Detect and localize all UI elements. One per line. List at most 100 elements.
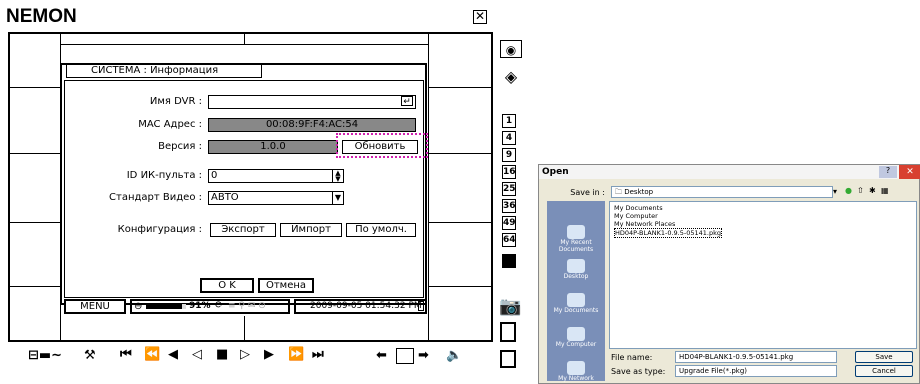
layout-button-16[interactable]: 16 <box>502 165 516 179</box>
camera-icon[interactable]: 📷 <box>499 296 521 317</box>
grid-line <box>244 34 245 44</box>
playback-control-icon[interactable]: ⏭ <box>312 347 324 362</box>
layout-button-1[interactable]: 1 <box>502 114 516 128</box>
hdd-bar-fill <box>146 304 183 309</box>
import-button[interactable]: Импорт <box>280 223 342 237</box>
file-name-input[interactable]: HD04P-BLANK1-0.9.5-05141.pkg <box>675 351 837 363</box>
playback-control-icon[interactable]: ⏩ <box>288 347 304 362</box>
playback-controls: ⏮ ⏪ ◀ ◁ ■ ▷ ▶ ⏩ ⏭ <box>120 347 340 367</box>
places-item-label: My Network <box>558 375 594 382</box>
prev-arrow-icon[interactable]: ⬅ <box>376 348 387 363</box>
hdd-percent: 91% <box>189 301 211 311</box>
playback-control-icon[interactable]: ▷ <box>240 347 250 362</box>
grid-line <box>428 222 493 223</box>
dvr-name-label: Имя DVR : <box>149 96 202 107</box>
quad-icon[interactable] <box>502 254 516 268</box>
next-arrow-icon[interactable]: ➡ <box>418 348 429 363</box>
playback-control-icon[interactable]: ⏪ <box>144 347 160 362</box>
layout-button-25[interactable]: 25 <box>502 182 516 196</box>
places-item[interactable]: My Computer <box>547 327 605 348</box>
ir-id-label: ID ИК-пульта : <box>126 170 202 181</box>
hdd-icon: ⊖ <box>134 301 143 312</box>
grid-icon[interactable] <box>396 348 414 364</box>
type-select[interactable]: Upgrade File(*.pkg) <box>675 365 837 377</box>
mac-value: 00:08:9F:F4:AC:54 <box>208 118 416 132</box>
cancel-button[interactable]: Cancel <box>855 365 913 377</box>
status-icons: ≡ ⚲ ✉ ⊙ <box>228 301 266 311</box>
eye-icon[interactable]: ◉ <box>500 40 522 58</box>
save-button[interactable]: Save <box>855 351 913 363</box>
ptz-icon[interactable]: ◈ <box>500 64 522 90</box>
grid-line <box>10 87 60 88</box>
dvr-name-input[interactable] <box>208 95 416 109</box>
places-item[interactable]: Desktop <box>547 259 605 280</box>
grid-line <box>428 87 493 88</box>
layout-button-49[interactable]: 49 <box>502 216 516 230</box>
list-item[interactable]: My Documents <box>614 204 663 212</box>
place-icon <box>567 259 585 273</box>
new-folder-icon[interactable]: ✱ <box>869 186 876 195</box>
film-icon[interactable] <box>500 322 516 342</box>
video-standard-select[interactable]: АВТО <box>208 191 344 205</box>
file-list: My Documents My Computer My Network Places… <box>609 201 917 349</box>
places-item[interactable]: My Network <box>547 361 605 382</box>
place-icon <box>567 361 585 375</box>
save-in-label: Save in : <box>570 188 605 197</box>
back-icon[interactable]: ● <box>845 186 852 195</box>
speaker-icon[interactable]: 🔈 <box>446 348 462 363</box>
save-icon[interactable] <box>500 350 516 368</box>
places-item-label: My Documents <box>553 307 599 314</box>
ok-button[interactable]: O K <box>200 278 254 293</box>
playback-control-icon[interactable]: ◁ <box>192 347 202 362</box>
ir-id-input[interactable]: 0 <box>208 169 344 183</box>
playback-control-icon[interactable]: ▶ <box>264 347 274 362</box>
update-button[interactable]: Обновить <box>342 140 418 154</box>
places-item[interactable]: My Documents <box>547 293 605 314</box>
list-item[interactable]: My Network Places <box>614 220 675 228</box>
views-icon[interactable]: ▦ <box>881 186 889 195</box>
hdd-status: ⊖ 91% ⟳ ≡ ⚲ ✉ ⊙ <box>130 299 290 314</box>
close-button[interactable]: ✕ <box>473 10 487 24</box>
datetime: 2009-09-05 01:54:32 PM <box>294 299 427 314</box>
close-button[interactable]: ✕ <box>899 165 920 179</box>
playback-control-icon[interactable]: ■ <box>216 347 228 362</box>
list-item[interactable]: HD04P-BLANK1-0.9.5-05141.pkg <box>614 228 722 238</box>
grid-line <box>244 316 245 340</box>
scroll-icon[interactable] <box>418 301 424 311</box>
list-item[interactable]: My Computer <box>614 212 658 220</box>
grid-line <box>428 286 493 287</box>
places-item-label: My Computer <box>555 341 597 348</box>
save-in-value: Desktop <box>624 188 654 196</box>
nemon-window: NEMON ✕ СИСТЕМА : Информация Имя DVR : ↵… <box>0 0 536 384</box>
playback-control-icon[interactable]: ⏮ <box>120 347 132 362</box>
chevron-down-icon[interactable]: ▼ <box>332 192 343 204</box>
enter-icon[interactable]: ↵ <box>401 96 413 107</box>
spinner-icon[interactable]: ▲ ▼ <box>332 170 343 183</box>
grid-line <box>10 286 60 287</box>
hdd-bar <box>146 304 186 309</box>
chevron-down-icon[interactable]: ▾ <box>833 187 837 196</box>
app-title: NEMON <box>6 6 77 27</box>
dialog-body <box>64 80 424 298</box>
tools-icon[interactable]: ⚒ <box>84 348 96 363</box>
default-button[interactable]: По умолч. <box>346 223 416 237</box>
layout-button-36[interactable]: 36 <box>502 199 516 213</box>
menu-button[interactable]: MENU <box>64 299 126 314</box>
connect-icon[interactable]: ⊟▬∼ <box>28 348 62 363</box>
save-in-select[interactable]: 🗀 Desktop <box>611 186 833 198</box>
places-item[interactable]: My Recent Documents <box>547 225 605 253</box>
file-name-label: File name: <box>611 353 653 362</box>
datetime-text: 2009-09-05 01:54:32 PM <box>310 301 422 311</box>
folder-icon: 🗀 <box>615 188 622 196</box>
version-value: 1.0.0 <box>208 140 338 154</box>
playback-control-icon[interactable]: ◀ <box>168 347 178 362</box>
layout-button-64[interactable]: 64 <box>502 233 516 247</box>
up-folder-icon[interactable]: ⇧ <box>857 186 864 195</box>
places-item-label: Desktop <box>563 273 589 280</box>
help-button[interactable]: ? <box>879 166 897 178</box>
mac-label: MAC Адрес : <box>138 119 202 130</box>
export-button[interactable]: Экспорт <box>210 223 276 237</box>
cancel-button[interactable]: Отмена <box>258 278 314 293</box>
layout-button-4[interactable]: 4 <box>502 131 516 145</box>
layout-button-9[interactable]: 9 <box>502 148 516 162</box>
